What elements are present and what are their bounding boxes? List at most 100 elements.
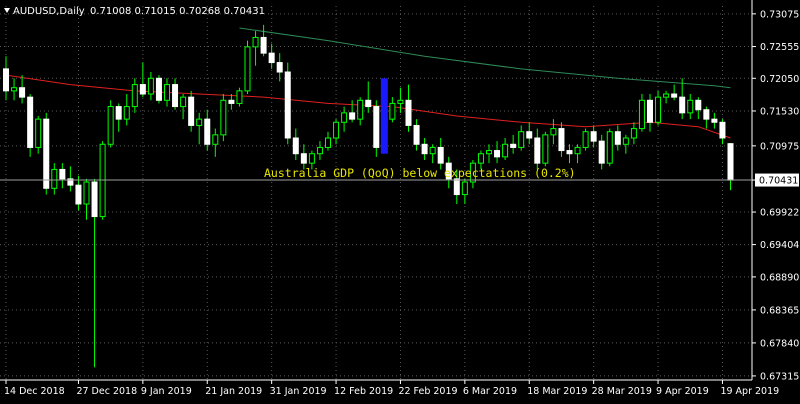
candle-body-down — [590, 131, 597, 142]
x-tick-label: 22 Feb 2019 — [398, 386, 457, 397]
x-tick-label: 27 Dec 2018 — [76, 386, 137, 397]
candle-body-up — [341, 112, 348, 123]
candle — [542, 131, 549, 167]
candle-body-down — [413, 124, 420, 145]
x-tick-label: 19 Apr 2019 — [720, 386, 779, 397]
chart-background — [0, 0, 800, 400]
chart-canvas: Australia GDP (QoQ) below expectations (… — [0, 0, 800, 400]
candle-body-up — [220, 99, 227, 136]
candle-body-down — [453, 178, 460, 196]
candle-body-down — [75, 184, 82, 205]
candle-body-down — [268, 52, 275, 64]
x-tick-label: 21 Jan 2019 — [205, 386, 262, 397]
y-tick-label: 0.67840 — [760, 338, 799, 349]
candle-body-up — [687, 99, 694, 114]
candle — [244, 40, 251, 94]
candle-body-up — [35, 118, 42, 148]
candle-body-down — [91, 181, 98, 218]
candle-body-down — [647, 99, 653, 123]
candle-body-up — [83, 181, 90, 205]
event-marker-group — [380, 78, 388, 154]
candle-body-up — [212, 134, 219, 145]
candle-body-up — [606, 131, 613, 164]
candle-body-down — [421, 143, 428, 155]
candle-body-up — [638, 99, 645, 130]
candle-body-up — [11, 87, 18, 92]
candle-body-up — [236, 90, 243, 104]
event-marker-bar — [380, 78, 388, 154]
x-tick-label: 9 Jan 2019 — [141, 386, 192, 397]
candle-body-up — [518, 131, 525, 148]
candle-body-up — [51, 168, 58, 189]
candle-body-up — [663, 93, 670, 98]
candle-body-down — [59, 168, 66, 180]
candle-body-down — [711, 118, 718, 123]
x-tick-label: 6 Mar 2019 — [463, 386, 517, 397]
current-price-label: 0.70431 — [759, 176, 798, 187]
y-tick-label: 0.69922 — [760, 208, 799, 219]
ohlc-values: 0.71008 0.71015 0.70268 0.70431 — [90, 6, 265, 17]
candle-body-up — [389, 102, 396, 120]
candle-body-up — [486, 150, 492, 155]
candle-body-down — [719, 121, 726, 139]
candle-body-down — [27, 96, 34, 148]
candle-body-down — [510, 143, 517, 148]
event-annotation: Australia GDP (QoQ) below expectations (… — [264, 166, 576, 180]
candle-body-down — [292, 137, 299, 155]
candle-body-down — [365, 99, 372, 108]
candle-body-down — [172, 84, 179, 108]
y-tick-label: 0.67315 — [760, 371, 799, 382]
candle-body-down — [284, 71, 291, 139]
candle-body-up — [123, 106, 130, 120]
candle-body-down — [260, 36, 267, 54]
candle-body-up — [131, 84, 138, 108]
candle — [606, 128, 613, 167]
y-tick-label: 0.68890 — [760, 272, 799, 283]
y-tick-label: 0.70975 — [760, 141, 799, 152]
x-tick-label: 31 Jan 2019 — [270, 386, 327, 397]
candle-body-down — [558, 128, 565, 152]
annotation-group: Australia GDP (QoQ) below expectations (… — [264, 166, 576, 180]
y-tick-label: 0.72050 — [760, 74, 799, 85]
x-tick-label: 9 Apr 2019 — [656, 386, 709, 397]
candle-body-down — [566, 150, 573, 155]
candle-body-up — [630, 128, 637, 139]
candle-body-up — [308, 153, 315, 164]
x-tick-label: 18 Mar 2019 — [527, 386, 587, 397]
candle-body-up — [550, 128, 557, 136]
candle-body-down — [228, 99, 235, 104]
candle — [284, 62, 291, 145]
candle — [43, 112, 50, 195]
price-chart[interactable]: Australia GDP (QoQ) below expectations (… — [0, 0, 800, 400]
candle-body-down — [494, 150, 501, 158]
candle-body-down — [204, 118, 211, 145]
candle-body-down — [405, 99, 412, 126]
candle-body-up — [316, 146, 323, 155]
candle — [188, 90, 195, 132]
y-tick-label: 0.71530 — [760, 106, 799, 117]
candle-body-up — [622, 137, 629, 145]
candle — [582, 128, 589, 151]
candle-body-down — [727, 143, 734, 181]
candle — [155, 75, 162, 104]
candle-body-up — [502, 143, 509, 158]
y-tick-label: 0.69404 — [760, 240, 799, 251]
candle — [27, 94, 34, 157]
candle-body-down — [679, 96, 686, 114]
candle-body-down — [373, 106, 380, 148]
candle-body-down — [43, 118, 50, 189]
candle-body-down — [19, 87, 26, 98]
candle — [236, 87, 243, 107]
x-tick-label: 14 Dec 2018 — [4, 386, 65, 397]
candle-body-down — [703, 109, 710, 120]
y-tick-label: 0.73075 — [760, 9, 799, 20]
candle-body-up — [333, 121, 340, 139]
y-tick-label: 0.68365 — [760, 305, 799, 316]
candle-body-down — [276, 62, 283, 73]
y-tick-label: 0.72555 — [760, 42, 799, 53]
x-tick-label: 12 Feb 2019 — [334, 386, 393, 397]
candle-body-down — [534, 137, 541, 164]
candle-body-up — [542, 134, 549, 164]
x-tick-label: 28 Mar 2019 — [592, 386, 652, 397]
candle-body-up — [397, 99, 404, 104]
